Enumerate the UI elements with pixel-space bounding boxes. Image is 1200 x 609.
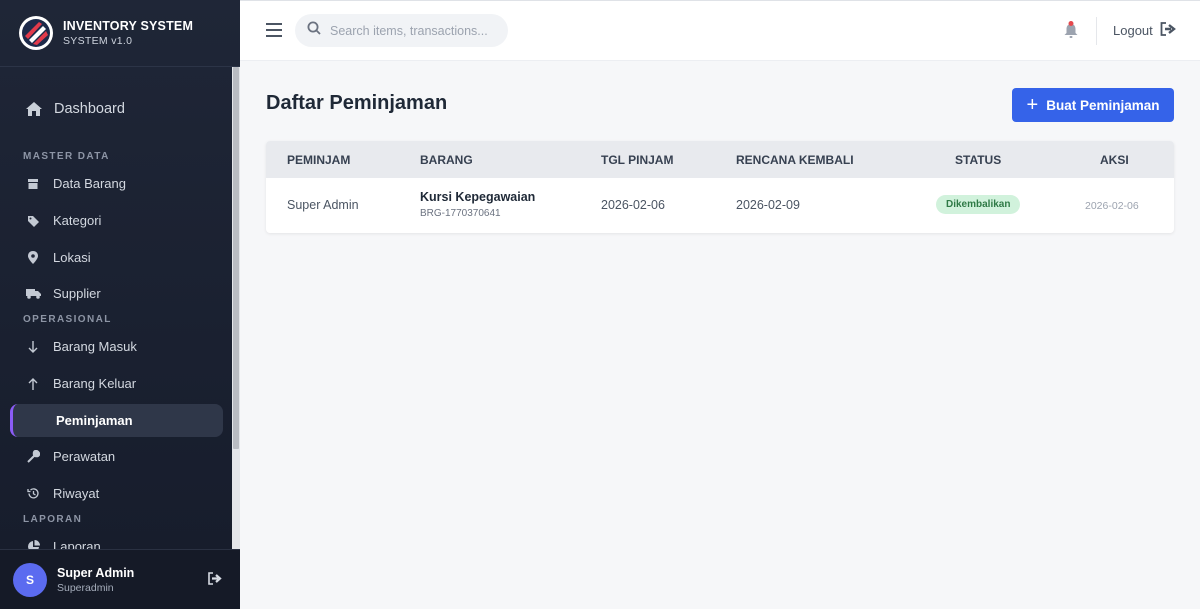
sidebar-item-data-barang[interactable]: Data Barang — [10, 167, 223, 200]
hamburger-menu-icon[interactable] — [266, 23, 282, 37]
user-name: Super Admin — [57, 565, 135, 580]
column-header-rencana-kembali[interactable]: RENCANA KEMBALI — [736, 153, 854, 167]
sidebar-item-label: Laporan — [53, 539, 101, 549]
sidebar-item-supplier[interactable]: Supplier — [10, 277, 223, 310]
sidebar-item-label: Dashboard — [54, 100, 125, 117]
arrow-up-icon — [24, 375, 42, 393]
brand-title: INVENTORY SYSTEM — [63, 19, 194, 33]
sidebar-item-label: Supplier — [53, 286, 101, 301]
logout-button[interactable]: Logout — [1113, 22, 1176, 39]
topbar-divider — [1096, 17, 1097, 45]
truck-icon — [24, 285, 42, 303]
sidebar-scrollbar-thumb[interactable] — [233, 67, 239, 449]
loans-table: PEMINJAM BARANG TGL PINJAM RENCANA KEMBA… — [266, 141, 1174, 233]
sidebar-item-label: Peminjaman — [56, 413, 133, 428]
pie-chart-icon — [24, 538, 42, 549]
sidebar-item-laporan[interactable]: Laporan — [10, 530, 223, 549]
sidebar-item-riwayat[interactable]: Riwayat — [10, 477, 223, 510]
cell-barang-code: BRG-1770370641 — [420, 208, 501, 219]
column-header-barang[interactable]: BARANG — [420, 153, 473, 167]
status-badge: Dikembalikan — [936, 195, 1021, 214]
sidebar-item-label: Kategori — [53, 213, 102, 228]
create-loan-label: Buat Peminjaman — [1046, 97, 1160, 113]
column-header-status[interactable]: STATUS — [955, 153, 1001, 167]
cell-aksi: 2026-02-06 — [1085, 200, 1139, 212]
sidebar-item-label: Lokasi — [53, 250, 91, 265]
column-header-aksi[interactable]: AKSI — [1100, 153, 1129, 167]
sidebar-item-peminjaman[interactable]: Peminjaman — [10, 404, 223, 437]
sidebar-item-label: Barang Keluar — [53, 376, 137, 391]
section-operasional: OPERASIONAL — [23, 314, 112, 325]
sidebar-scrollbar[interactable] — [232, 67, 240, 549]
cell-peminjam: Super Admin — [287, 198, 359, 212]
page-title: Daftar Peminjaman — [266, 92, 448, 114]
sidebar-item-lokasi[interactable]: Lokasi — [10, 241, 223, 274]
home-icon — [24, 99, 44, 119]
cell-barang-name: Kursi Kepegawaian — [420, 190, 536, 204]
topbar: Logout — [240, 0, 1200, 61]
sidebar-item-dashboard[interactable]: Dashboard — [10, 92, 223, 125]
column-header-peminjam[interactable]: PEMINJAM — [287, 153, 350, 167]
plus-icon: + — [1026, 94, 1039, 116]
sign-out-icon — [1153, 22, 1176, 39]
box-icon — [24, 175, 42, 193]
wrench-icon — [24, 448, 42, 466]
map-pin-icon — [24, 249, 42, 267]
table-row[interactable]: Super Admin Kursi Kepegawaian BRG-177037… — [266, 178, 1174, 233]
sidebar-nav: Dashboard MASTER DATA Data Barang Katego… — [0, 67, 232, 549]
table-header: PEMINJAM BARANG TGL PINJAM RENCANA KEMBA… — [266, 141, 1174, 178]
sidebar-item-label: Data Barang — [53, 176, 126, 191]
search-input[interactable] — [330, 23, 500, 38]
sidebar-item-perawatan[interactable]: Perawatan — [10, 440, 223, 473]
search-icon — [307, 21, 321, 40]
user-panel: S Super Admin Superadmin — [0, 549, 240, 609]
history-icon — [24, 485, 42, 503]
sidebar-item-label: Riwayat — [53, 486, 100, 501]
sidebar-item-label: Barang Masuk — [53, 339, 137, 354]
section-laporan: LAPORAN — [23, 514, 83, 525]
sidebar-item-barang-keluar[interactable]: Barang Keluar — [10, 367, 223, 400]
section-master-data: MASTER DATA — [23, 151, 110, 162]
logout-label: Logout — [1113, 23, 1153, 38]
cell-tgl-pinjam: 2026-02-06 — [601, 198, 665, 212]
column-header-tgl-pinjam[interactable]: TGL PINJAM — [601, 153, 673, 167]
create-loan-button[interactable]: + Buat Peminjaman — [1012, 88, 1174, 122]
sidebar-item-barang-masuk[interactable]: Barang Masuk — [10, 330, 223, 363]
logo-icon — [19, 16, 53, 50]
sidebar-item-kategori[interactable]: Kategori — [10, 204, 223, 237]
sidebar-item-label: Perawatan — [53, 449, 116, 464]
avatar[interactable]: S — [13, 562, 47, 597]
user-role: Superadmin — [57, 581, 114, 594]
bell-icon[interactable] — [1063, 21, 1079, 44]
brand-subtitle: SYSTEM v1.0 — [63, 35, 133, 47]
cell-rencana-kembali: 2026-02-09 — [736, 198, 800, 212]
search-box[interactable] — [295, 14, 508, 47]
arrow-down-icon — [24, 338, 42, 356]
sidebar: INVENTORY SYSTEM SYSTEM v1.0 Dashboard M… — [0, 0, 240, 609]
brand[interactable]: INVENTORY SYSTEM SYSTEM v1.0 — [0, 0, 240, 67]
sign-out-icon[interactable] — [208, 572, 222, 590]
tag-icon — [24, 212, 42, 230]
